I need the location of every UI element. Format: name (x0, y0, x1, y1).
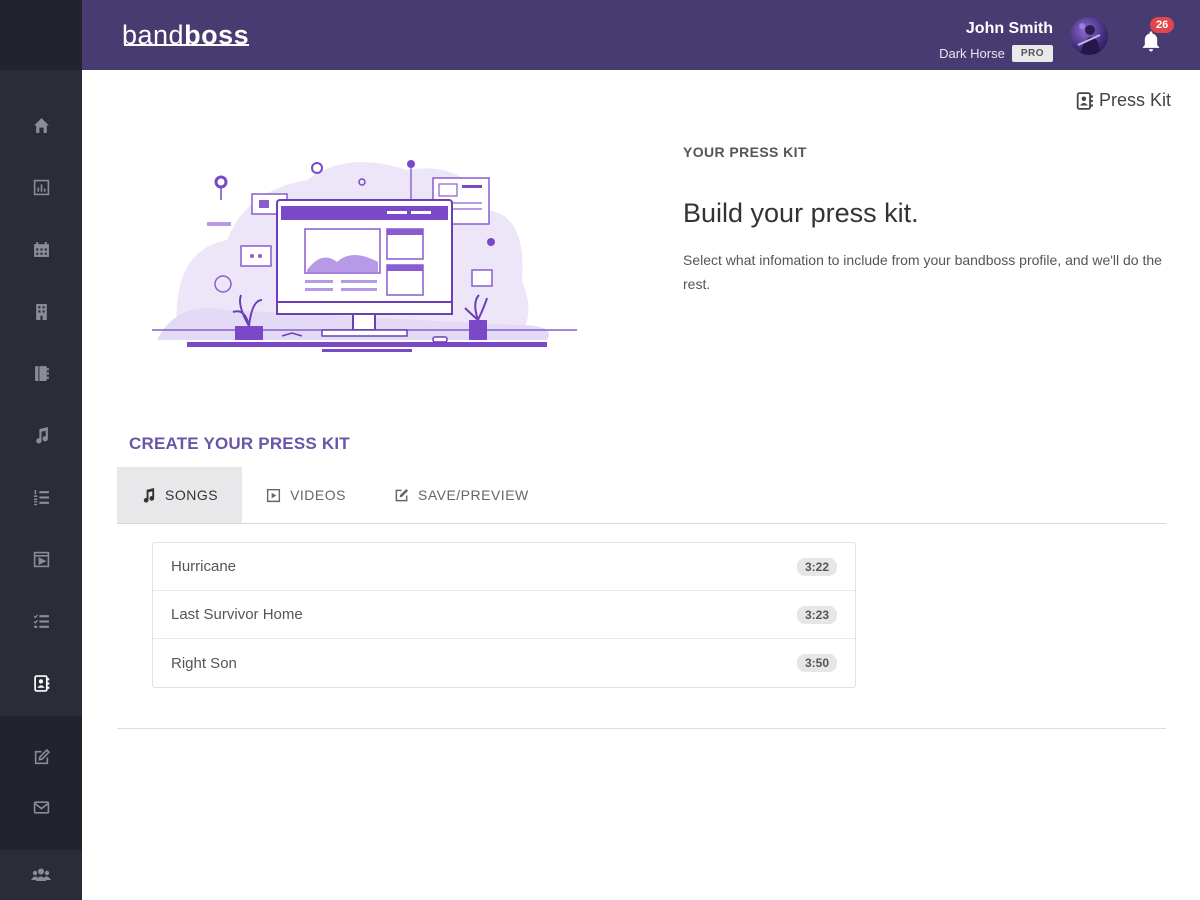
sidebar (0, 0, 82, 900)
logo-text-band: band (122, 20, 185, 50)
home-icon (33, 117, 49, 133)
avatar-image (1077, 23, 1101, 55)
calendar-icon (33, 241, 49, 257)
book-icon (34, 365, 49, 381)
user-info[interactable]: John Smith Dark Horse PRO (939, 20, 1053, 62)
song-row[interactable]: Hurricane 3:22 (153, 543, 855, 591)
video-icon (267, 488, 281, 502)
press-kit-illustration (152, 160, 577, 352)
top-bar: bandboss John Smith Dark Horse PRO 26 (82, 0, 1200, 70)
sidebar-item-calendar[interactable] (0, 218, 82, 280)
sidebar-item-stats[interactable] (0, 156, 82, 218)
section-divider (117, 728, 1166, 729)
avatar[interactable] (1070, 17, 1108, 55)
song-duration-badge: 3:22 (796, 557, 837, 576)
page-title: Build your press kit. (683, 198, 919, 228)
song-title: Last Survivor Home (171, 606, 303, 623)
section-kicker: YOUR PRESS KIT (683, 144, 807, 160)
user-band-row: Dark Horse PRO (939, 45, 1053, 62)
sidebar-item-messages[interactable] (0, 782, 82, 832)
sidebar-item-home[interactable] (0, 94, 82, 156)
tab-videos-label: VIDEOS (290, 487, 346, 503)
user-name: John Smith (965, 20, 1053, 37)
sidebar-item-videos[interactable] (0, 528, 82, 590)
bar-chart-icon (33, 179, 49, 195)
tab-videos[interactable]: VIDEOS (242, 467, 370, 523)
song-row[interactable]: Right Son 3:50 (153, 639, 855, 687)
ordered-list-icon (33, 489, 49, 505)
song-duration-badge: 3:23 (796, 605, 837, 624)
tab-songs[interactable]: SONGS (117, 467, 243, 523)
app-logo[interactable]: bandboss (122, 20, 250, 51)
music-note-icon (143, 487, 155, 503)
logo-text-boss: boss (184, 20, 250, 50)
checklist-icon (33, 614, 49, 628)
song-title: Hurricane (171, 558, 237, 575)
song-title: Right Son (171, 654, 237, 672)
tab-save-preview[interactable]: SAVE/PREVIEW (370, 467, 553, 523)
tab-bar: SONGS VIDEOS SAVE/PREVIEW (117, 467, 1166, 524)
contact-card-icon (1076, 91, 1093, 110)
create-section-title: CREATE YOUR PRESS KIT (129, 434, 350, 453)
sidebar-item-tasks[interactable] (0, 590, 82, 652)
sidebar-item-compose[interactable] (0, 732, 82, 782)
tab-songs-label: SONGS (165, 487, 219, 503)
sidebar-lower (0, 716, 82, 850)
sidebar-nav (0, 70, 82, 716)
intro-text: Select what infomation to include from y… (683, 252, 1162, 292)
song-duration-badge: 3:50 (796, 654, 837, 672)
sidebar-item-notebook[interactable] (0, 342, 82, 404)
sidebar-item-venues[interactable] (0, 280, 82, 342)
plan-badge: PRO (1011, 45, 1053, 62)
video-icon (33, 551, 49, 567)
users-icon (31, 868, 51, 881)
sidebar-item-members[interactable] (0, 850, 82, 900)
band-name: Dark Horse (939, 46, 1005, 61)
music-note-icon (35, 426, 48, 444)
edit-icon (395, 488, 409, 501)
press-kit-link-label: Press Kit (1099, 90, 1172, 110)
contact-card-icon (33, 674, 49, 692)
notification-badge: 26 (1150, 17, 1175, 33)
press-kit-link[interactable]: Press Kit (1076, 90, 1171, 111)
sidebar-item-press-kit[interactable] (0, 652, 82, 714)
song-row[interactable]: Last Survivor Home 3:23 (153, 591, 855, 639)
edit-icon (34, 748, 50, 764)
song-list: Hurricane 3:22 Last Survivor Home 3:23 R… (152, 542, 856, 688)
bell-icon[interactable] (1140, 30, 1162, 52)
building-icon (35, 303, 47, 320)
sidebar-item-songs[interactable] (0, 404, 82, 466)
mail-icon (33, 800, 49, 814)
sidebar-item-setlists[interactable] (0, 466, 82, 528)
sidebar-top (0, 0, 82, 70)
tab-save-preview-label: SAVE/PREVIEW (417, 487, 529, 503)
